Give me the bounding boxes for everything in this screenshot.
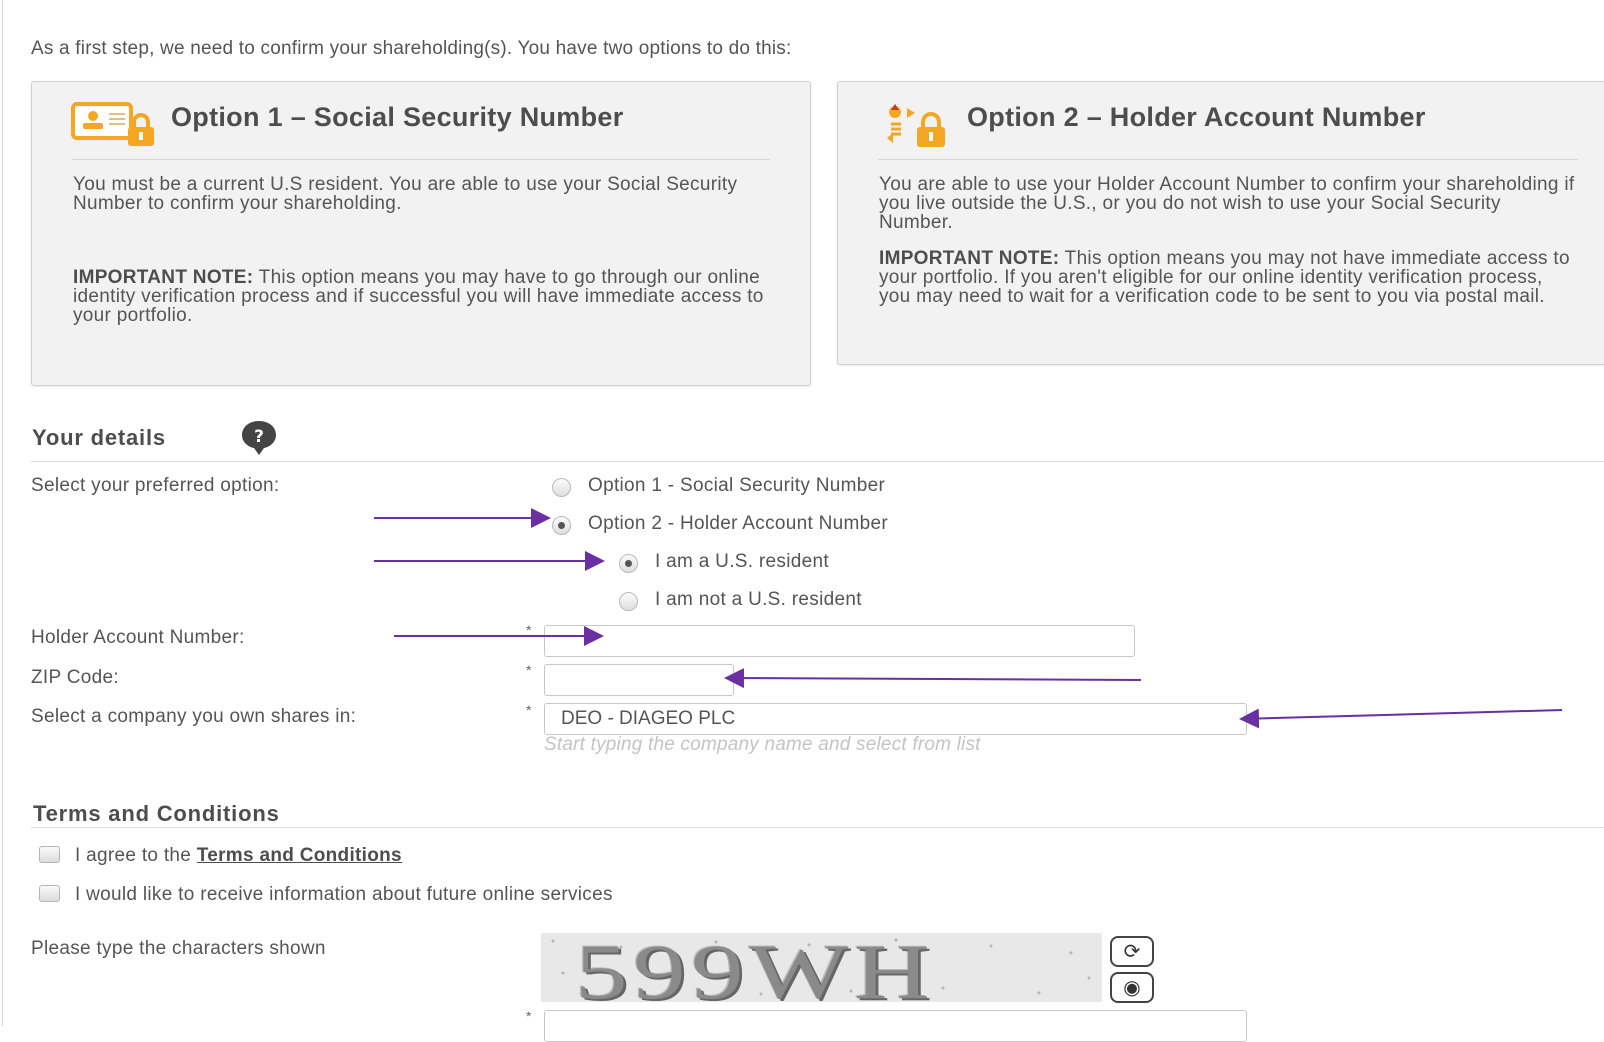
annotation-arrow [1239, 708, 1563, 729]
annotation-arrows [374, 508, 1563, 729]
annotation-arrow [724, 668, 1142, 689]
